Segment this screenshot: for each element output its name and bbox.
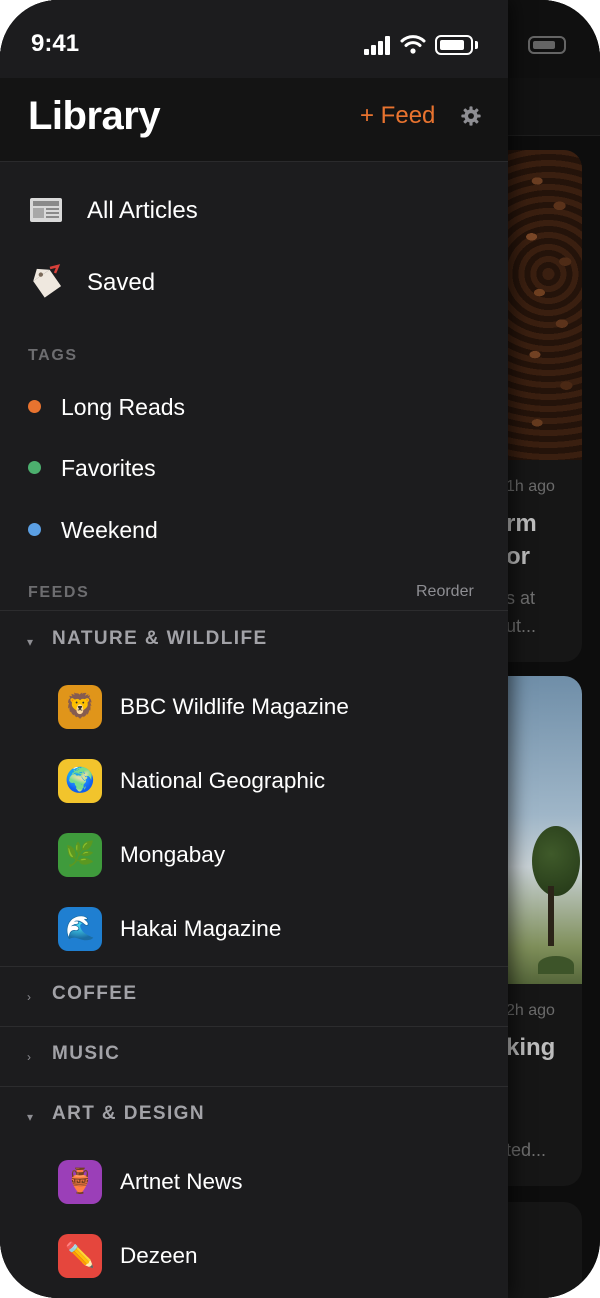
- feed-item-national-geographic[interactable]: 🌍 National Geographic: [0, 750, 508, 812]
- nav-label: All Articles: [87, 197, 198, 224]
- tags-section-title: TAGS: [28, 347, 78, 364]
- feed-item-dezeen[interactable]: ✏️ Dezeen: [0, 1225, 508, 1287]
- tag-item-long-reads[interactable]: Long Reads: [0, 380, 508, 434]
- cellular-signal-icon: [364, 35, 394, 55]
- globe-icon: 🌍: [58, 759, 102, 803]
- tag-item-weekend[interactable]: Weekend: [0, 503, 508, 557]
- wifi-icon: [400, 35, 426, 54]
- chevron-down-icon: ▾: [27, 635, 34, 649]
- status-bar: 9:41: [0, 0, 508, 78]
- article-summary-line: ut...: [506, 616, 537, 636]
- vase-icon: 🏺: [58, 1160, 102, 1204]
- tag-item-favorites[interactable]: Favorites: [0, 441, 508, 495]
- tag-color-dot: [28, 400, 41, 413]
- newspaper-icon: [30, 198, 62, 222]
- feed-label: BBC Wildlife Magazine: [120, 694, 349, 719]
- bush-shape: [538, 956, 574, 974]
- chevron-right-icon: ›: [27, 1050, 31, 1064]
- drawer-header: Library + Feed: [0, 78, 508, 162]
- page-title: Library: [28, 94, 161, 138]
- article-time: 2h ago: [506, 1002, 555, 1019]
- feed-group-music[interactable]: › MUSIC: [0, 1027, 508, 1085]
- feed-group-art-design[interactable]: ▾ ART & DESIGN: [0, 1087, 508, 1145]
- background-battery-icon: [528, 36, 566, 54]
- tag-label: Favorites: [61, 455, 156, 481]
- leaf-icon: 🌿: [58, 833, 102, 877]
- battery-cap-icon: [475, 41, 478, 49]
- article-title-line: king: [506, 1034, 556, 1061]
- article-summary-line: s at: [506, 588, 536, 608]
- wave-icon: 🌊: [58, 907, 102, 951]
- article-time: 1h ago: [506, 478, 555, 495]
- article-title-line: or: [506, 543, 530, 570]
- tag-label: Weekend: [61, 517, 158, 543]
- tag-label: Long Reads: [61, 394, 186, 420]
- feed-group-coffee[interactable]: › COFFEE: [0, 967, 508, 1025]
- pencil-icon: ✏️: [58, 1234, 102, 1278]
- feed-label: Artnet News: [120, 1169, 243, 1194]
- feed-label: Mongabay: [120, 842, 226, 867]
- feed-group-label: MUSIC: [52, 1043, 121, 1064]
- divider: [0, 610, 508, 611]
- feed-item-bbc-wildlife[interactable]: 🦁 BBC Wildlife Magazine: [0, 676, 508, 738]
- status-time: 9:41: [31, 30, 80, 57]
- tree-shape: [532, 826, 580, 896]
- phone-screen: 1h ago rm or s at ut... 2h ago king ted.…: [0, 0, 600, 1298]
- feed-group-label: NATURE & WILDLIFE: [52, 628, 268, 649]
- feed-item-artnet[interactable]: 🏺 Artnet News: [0, 1151, 508, 1213]
- article-summary-line: ted...: [506, 1140, 547, 1160]
- feed-label: Hakai Magazine: [120, 916, 282, 941]
- feed-item-mongabay[interactable]: 🌿 Mongabay: [0, 824, 508, 886]
- tree-trunk-shape: [548, 886, 554, 946]
- reorder-button[interactable]: Reorder: [416, 583, 474, 601]
- add-feed-button[interactable]: + Feed: [360, 102, 435, 130]
- feed-label: National Geographic: [120, 768, 326, 793]
- gear-icon[interactable]: [460, 105, 482, 127]
- feed-label: Dezeen: [120, 1243, 198, 1268]
- battery-icon: [435, 35, 473, 55]
- library-drawer: 9:41 Library + Feed All Articles Saved T…: [0, 0, 508, 1298]
- nav-item-all-articles[interactable]: All Articles: [0, 178, 508, 242]
- tag-color-dot: [28, 461, 41, 474]
- bookmark-tag-icon: [33, 264, 62, 298]
- chevron-down-icon: ▾: [27, 1110, 34, 1124]
- article-title-line: rm: [506, 510, 537, 537]
- nav-label: Saved: [87, 269, 156, 296]
- feed-group-label: ART & DESIGN: [52, 1103, 205, 1124]
- feed-item-hakai[interactable]: 🌊 Hakai Magazine: [0, 898, 508, 960]
- nav-item-saved[interactable]: Saved: [0, 250, 508, 314]
- lion-icon: 🦁: [58, 685, 102, 729]
- tag-color-dot: [28, 523, 41, 536]
- feed-group-label: COFFEE: [52, 983, 138, 1004]
- feed-group-nature-wildlife[interactable]: ▾ NATURE & WILDLIFE: [0, 612, 508, 670]
- chevron-right-icon: ›: [27, 990, 31, 1004]
- feeds-section-title: FEEDS: [28, 584, 90, 601]
